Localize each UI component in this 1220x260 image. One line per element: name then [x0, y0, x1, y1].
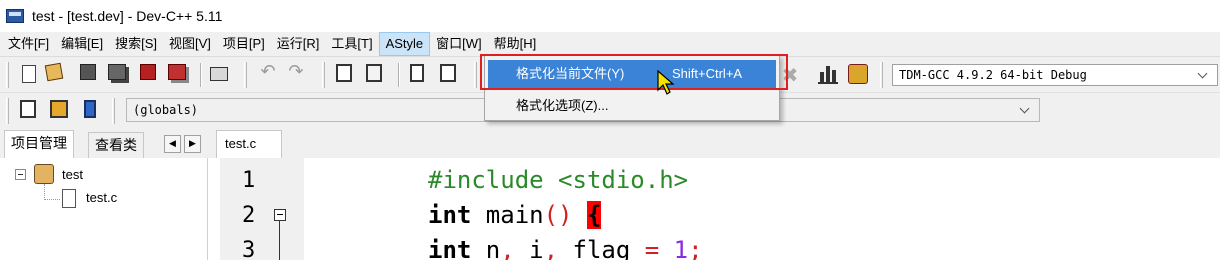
menu-run[interactable]: 运行[R]	[271, 32, 326, 56]
toolbar-grip[interactable]	[322, 62, 325, 88]
close-all-icon[interactable]	[168, 64, 186, 80]
toolbar-grip[interactable]	[474, 62, 477, 88]
identifier: i	[514, 236, 544, 260]
remove-from-project-icon[interactable]	[84, 100, 96, 118]
title-bar: test - [test.dev] - Dev-C++ 5.11	[0, 0, 1220, 32]
tree-node-file[interactable]: test.c	[86, 190, 117, 205]
tree-node-project[interactable]: test	[62, 167, 83, 182]
keyword-int: int	[428, 201, 472, 229]
goto-line-icon[interactable]	[440, 64, 456, 82]
parens: ()	[543, 201, 573, 229]
menu-item-format-options[interactable]: 格式化选项(Z)...	[488, 92, 776, 120]
mouse-cursor-icon	[657, 70, 675, 95]
open-file-icon[interactable]	[44, 62, 64, 82]
code-line-2: int main() {	[428, 201, 602, 229]
chart-icon[interactable]	[818, 64, 838, 84]
comma: ,	[543, 236, 559, 260]
identifier: flag	[558, 236, 645, 260]
devcpp-app-icon	[6, 9, 24, 23]
menu-edit[interactable]: 编辑[E]	[55, 32, 109, 56]
menu-bar: 文件[F] 编辑[E] 搜索[S] 视图[V] 项目[P] 运行[R] 工具[T…	[0, 32, 1220, 56]
add-to-project-icon[interactable]	[50, 100, 68, 118]
panel-tabs-row: 项目管理 查看类 ◀ ▶ test.c	[0, 128, 1220, 158]
fold-toggle-icon[interactable]	[274, 209, 286, 221]
line-number: 1	[242, 168, 256, 193]
code-editor[interactable]: 1 2 3 #include <stdio.h> int main() { in…	[216, 158, 1220, 260]
toolbar-grip[interactable]	[112, 98, 115, 124]
matched-brace: {	[586, 201, 602, 229]
compiler-select[interactable]: TDM-GCC 4.9.2 64-bit Debug	[892, 64, 1218, 86]
toolbar-grip[interactable]	[244, 62, 247, 88]
tab-project-manager[interactable]: 项目管理	[4, 130, 74, 158]
toolbar-separator	[398, 63, 400, 87]
menu-project[interactable]: 项目[P]	[217, 32, 271, 56]
collapse-node-icon[interactable]	[15, 169, 26, 180]
fold-margin	[288, 158, 304, 260]
new-file-icon[interactable]	[22, 65, 36, 83]
number-literal: 1	[659, 236, 689, 260]
chevron-down-icon	[1197, 68, 1208, 79]
identifier: n	[471, 236, 501, 260]
replace-icon[interactable]	[366, 64, 382, 82]
assign: =	[644, 236, 660, 260]
project-options-icon[interactable]	[20, 100, 36, 118]
window-title: test - [test.dev] - Dev-C++ 5.11	[32, 8, 223, 24]
close-file-icon[interactable]	[140, 64, 156, 80]
semicolon: ;	[688, 236, 703, 260]
annotation-highlight-box	[480, 54, 788, 90]
menu-tools[interactable]: 工具[T]	[325, 32, 378, 56]
menu-astyle[interactable]: AStyle	[378, 32, 431, 56]
editor-tab-test-c[interactable]: test.c	[216, 130, 282, 158]
tab-scroll-right-button[interactable]: ▶	[184, 135, 201, 153]
indent-icon[interactable]	[410, 64, 424, 82]
line-number: 3	[242, 238, 256, 260]
chevron-down-icon	[1019, 103, 1030, 114]
toolbar-separator	[200, 63, 202, 87]
project-tree-panel: test test.c	[0, 158, 208, 260]
profile-icon[interactable]	[848, 64, 868, 84]
scope-select-value: (globals)	[133, 103, 199, 117]
save-icon[interactable]	[80, 64, 96, 80]
compiler-select-value: TDM-GCC 4.9.2 64-bit Debug	[899, 68, 1087, 82]
file-icon	[62, 189, 76, 208]
toolbar-grip[interactable]	[880, 62, 883, 88]
print-icon[interactable]	[210, 67, 228, 81]
menu-window[interactable]: 窗口[W]	[430, 32, 488, 56]
code-line-1: #include <stdio.h>	[428, 166, 688, 194]
tab-scroll-left-button[interactable]: ◀	[164, 135, 181, 153]
tree-connector	[44, 199, 60, 200]
include-directive: #include <stdio.h>	[428, 166, 689, 194]
menu-search[interactable]: 搜索[S]	[109, 32, 163, 56]
project-icon	[34, 164, 54, 184]
menu-help[interactable]: 帮助[H]	[488, 32, 543, 56]
fold-line	[279, 221, 280, 260]
code-line-3: int n, i, flag = 1;	[428, 236, 703, 260]
toolbar-grip[interactable]	[6, 98, 9, 124]
save-all-icon[interactable]	[108, 64, 126, 80]
tree-connector	[44, 184, 45, 200]
toolbar-grip[interactable]	[6, 62, 9, 88]
menu-item-label: 格式化选项(Z)...	[516, 98, 609, 113]
keyword-int: int	[428, 236, 472, 260]
tab-class-browser[interactable]: 查看类	[88, 132, 144, 158]
find-icon[interactable]	[336, 64, 352, 82]
menu-view[interactable]: 视图[V]	[163, 32, 217, 56]
menu-file[interactable]: 文件[F]	[2, 32, 55, 56]
comma: ,	[500, 236, 515, 260]
redo-icon[interactable]: ↷	[286, 60, 306, 82]
function-name: main	[471, 201, 544, 229]
line-number: 2	[242, 203, 256, 228]
undo-icon[interactable]: ↶	[258, 60, 278, 82]
